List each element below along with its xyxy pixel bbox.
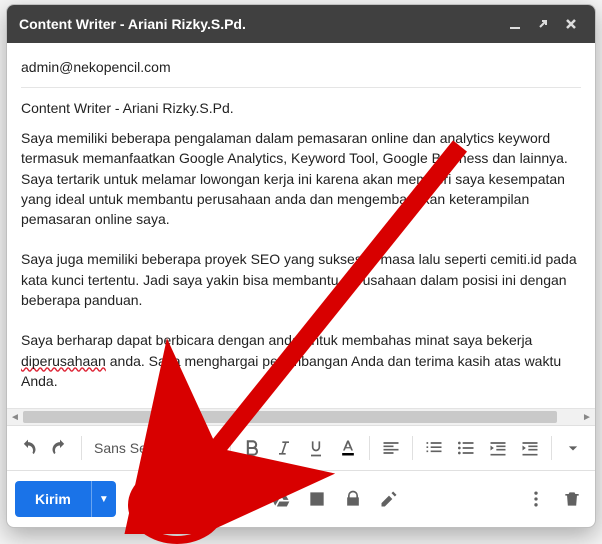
subject-value: Content Writer - Ariani Rizky.S.Pd. xyxy=(21,100,234,116)
insert-emoji-button[interactable] xyxy=(230,484,260,514)
scroll-left-arrow[interactable]: ◄ xyxy=(7,409,23,425)
scroll-track[interactable] xyxy=(23,409,579,425)
indent-less-button[interactable] xyxy=(483,433,513,463)
ordered-list-button[interactable] xyxy=(419,433,449,463)
scroll-right-arrow[interactable]: ► xyxy=(579,409,595,425)
send-button[interactable]: Kirim xyxy=(15,481,91,517)
confidential-mode-button[interactable] xyxy=(338,484,368,514)
formatting-toggle-button[interactable] xyxy=(122,484,152,514)
body-editor[interactable]: Saya memiliki beberapa pengalaman dalam … xyxy=(7,128,595,408)
titlebar: Content Writer - Ariani Rizky.S.Pd. xyxy=(7,5,595,43)
chevron-down-icon: ▼ xyxy=(165,443,175,454)
popout-button[interactable] xyxy=(531,12,555,36)
body-area: Saya memiliki beberapa pengalaman dalam … xyxy=(7,128,595,408)
close-button[interactable] xyxy=(559,12,583,36)
align-button[interactable] xyxy=(376,433,406,463)
underline-button[interactable] xyxy=(301,433,331,463)
send-button-group: Kirim ▼ xyxy=(15,481,116,517)
spelling-error: diperusahaan xyxy=(21,353,106,369)
font-family-value: Sans Serif xyxy=(94,440,159,456)
insert-link-button[interactable] xyxy=(194,484,224,514)
more-format-button[interactable] xyxy=(558,433,588,463)
horizontal-scrollbar[interactable]: ◄ ► xyxy=(7,408,595,425)
attach-file-button[interactable] xyxy=(158,484,188,514)
insert-photo-button[interactable] xyxy=(302,484,332,514)
headers: admin@nekopencil.com Content Writer - Ar… xyxy=(7,43,595,128)
text-color-button[interactable] xyxy=(333,433,363,463)
body-paragraph: Saya juga memiliki beberapa proyek SEO y… xyxy=(21,249,581,310)
format-toolbar: Sans Serif ▼ xyxy=(7,425,595,470)
insert-signature-button[interactable] xyxy=(374,484,404,514)
font-size-button[interactable] xyxy=(194,433,224,463)
font-family-select[interactable]: Sans Serif ▼ xyxy=(88,434,181,462)
scroll-thumb[interactable] xyxy=(23,411,557,423)
redo-button[interactable] xyxy=(45,433,75,463)
body-paragraph: Saya memiliki beberapa pengalaman dalam … xyxy=(21,128,581,229)
bold-button[interactable] xyxy=(237,433,267,463)
send-options-button[interactable]: ▼ xyxy=(91,481,116,517)
undo-button[interactable] xyxy=(13,433,43,463)
body-paragraph: Saya berharap dapat berbicara dengan and… xyxy=(21,330,581,391)
window-title: Content Writer - Ariani Rizky.S.Pd. xyxy=(19,16,246,32)
to-value: admin@nekopencil.com xyxy=(21,59,171,75)
indent-more-button[interactable] xyxy=(515,433,545,463)
compose-window: Content Writer - Ariani Rizky.S.Pd. admi… xyxy=(6,4,596,528)
subject-field[interactable]: Content Writer - Ariani Rizky.S.Pd. xyxy=(21,88,581,128)
italic-button[interactable] xyxy=(269,433,299,463)
to-field[interactable]: admin@nekopencil.com xyxy=(21,53,581,88)
action-toolbar: Kirim ▼ xyxy=(7,470,595,527)
insert-drive-button[interactable] xyxy=(266,484,296,514)
bullet-list-button[interactable] xyxy=(451,433,481,463)
discard-draft-button[interactable] xyxy=(557,484,587,514)
minimize-button[interactable] xyxy=(503,12,527,36)
more-options-button[interactable] xyxy=(521,484,551,514)
